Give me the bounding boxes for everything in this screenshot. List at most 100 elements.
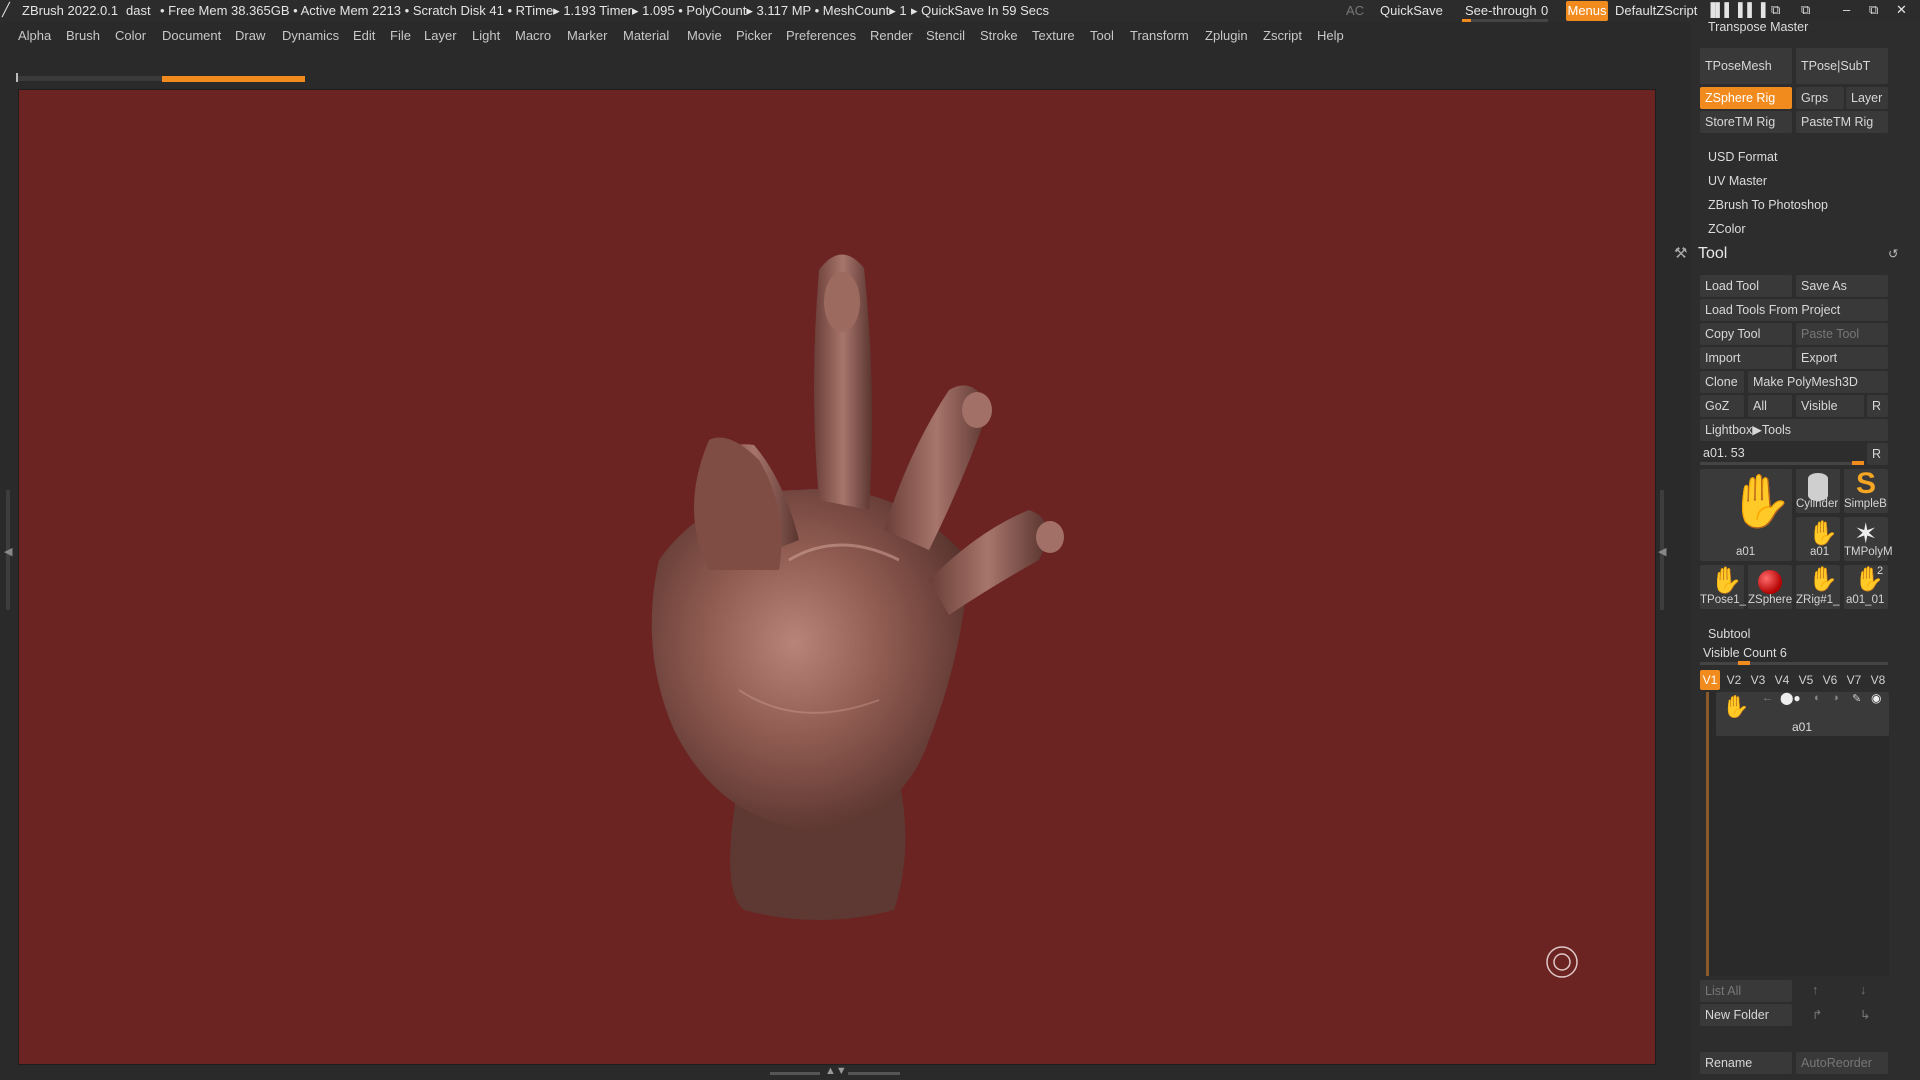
zbrush-to-photoshop-plugin[interactable]: ZBrush To Photoshop [1708, 198, 1828, 212]
copy-tool-button[interactable]: Copy Tool [1700, 323, 1792, 345]
menu-stencil[interactable]: Stencil [926, 28, 965, 43]
menu-document[interactable]: Document [162, 28, 221, 43]
menu-preferences[interactable]: Preferences [786, 28, 856, 43]
subtool-dynamic-icon[interactable]: ◐ [1814, 692, 1821, 704]
tool-palette-icon[interactable]: ⚒ [1674, 244, 1687, 262]
load-tools-from-project-button[interactable]: Load Tools From Project [1700, 299, 1888, 321]
visibility-set-v2[interactable]: V2 [1724, 670, 1744, 690]
visible-count-thumb[interactable] [1738, 661, 1750, 665]
menu-texture[interactable]: Texture [1032, 28, 1075, 43]
tool-palette-title[interactable]: Tool [1698, 245, 1727, 263]
menu-light[interactable]: Light [472, 28, 500, 43]
tool-slider-r-button[interactable]: R [1867, 443, 1888, 465]
menu-render[interactable]: Render [870, 28, 913, 43]
layout-left-icon[interactable]: ▐▌▌ [1706, 2, 1734, 17]
menu-tool[interactable]: Tool [1090, 28, 1114, 43]
menu-alpha[interactable]: Alpha [18, 28, 51, 43]
visibility-set-v7[interactable]: V7 [1844, 670, 1864, 690]
menu-picker[interactable]: Picker [736, 28, 772, 43]
pastetm-rig-button[interactable]: PasteTM Rig [1796, 111, 1888, 133]
subtool-arrow-icon[interactable]: ← [1762, 692, 1773, 704]
subtool-list[interactable]: ✋ ← ⬤● ◐ ◑ ✎ ◉ a01 [1706, 691, 1889, 976]
visibility-set-v4[interactable]: V4 [1772, 670, 1792, 690]
subtool-brush-icon[interactable]: ✎ [1852, 692, 1861, 705]
import-button[interactable]: Import [1700, 347, 1792, 369]
menu-material[interactable]: Material [623, 28, 669, 43]
menu-movie[interactable]: Movie [687, 28, 722, 43]
visibility-set-v3[interactable]: V3 [1748, 670, 1768, 690]
clone-button[interactable]: Clone [1700, 371, 1744, 393]
layer-toggle[interactable]: Layer [1846, 87, 1888, 109]
transpose-master-title[interactable]: Transpose Master [1708, 20, 1808, 34]
hand-model-viewport[interactable] [19, 90, 1655, 1064]
left-tray-arrow-icon[interactable]: ◀ [4, 545, 12, 558]
uv-master-plugin[interactable]: UV Master [1708, 174, 1767, 188]
menu-file[interactable]: File [390, 28, 411, 43]
make-polymesh3d-button[interactable]: Make PolyMesh3D [1748, 371, 1888, 393]
navigation-gizmo-icon[interactable] [1546, 946, 1578, 978]
close-icon[interactable]: ✕ [1896, 2, 1907, 18]
subtool-visibility-eye-icon[interactable]: ◉ [1871, 691, 1881, 705]
autoreorder-button[interactable]: AutoReorder [1796, 1052, 1888, 1074]
subtool-toggle-icon[interactable]: ⬤● [1780, 691, 1801, 705]
load-tool-button[interactable]: Load Tool [1700, 275, 1792, 297]
hand-mesh[interactable] [651, 254, 1064, 920]
move-up-icon[interactable]: ↑ [1812, 983, 1818, 997]
right-tray-arrow-icon[interactable]: ◀ [1658, 545, 1666, 558]
menu-transform[interactable]: Transform [1130, 28, 1189, 43]
bottom-tray-handle[interactable]: ▲▼ [770, 1065, 900, 1078]
subtool-subpalette-title[interactable]: Subtool [1708, 627, 1750, 641]
menu-help[interactable]: Help [1317, 28, 1344, 43]
move-down-icon[interactable]: ↓ [1860, 983, 1866, 997]
folder-move-icon[interactable]: ↱ [1812, 1007, 1822, 1022]
visible-count-slider[interactable]: Visible Count 6 [1700, 644, 1888, 666]
folder-return-icon[interactable]: ↳ [1860, 1007, 1870, 1022]
goz-visible-button[interactable]: Visible [1796, 395, 1864, 417]
menu-macro[interactable]: Macro [515, 28, 551, 43]
visibility-set-v5[interactable]: V5 [1796, 670, 1816, 690]
export-button[interactable]: Export [1796, 347, 1888, 369]
subtool-list-scrollbar[interactable] [1706, 692, 1709, 976]
zsphere-rig-toggle[interactable]: ZSphere Rig [1700, 87, 1792, 109]
save-as-button[interactable]: Save As [1796, 275, 1888, 297]
storetm-rig-button[interactable]: StoreTM Rig [1700, 111, 1792, 133]
see-through-slider[interactable]: See-through 0 [1460, 1, 1550, 22]
visibility-set-v8[interactable]: V8 [1868, 670, 1888, 690]
restore-icon[interactable]: ⧉ [1869, 2, 1878, 18]
quicksave-button[interactable]: QuickSave [1380, 3, 1443, 18]
minimize-icon[interactable]: – [1843, 2, 1850, 17]
window-cascade-icon[interactable]: ⧉ [1771, 2, 1780, 18]
palette-reset-icon[interactable]: ↺ [1888, 246, 1898, 261]
menu-color[interactable]: Color [115, 28, 146, 43]
tray-toggle-icon[interactable]: ▲▼ [825, 1065, 847, 1077]
subtool-polypaint-icon[interactable]: ◑ [1832, 692, 1839, 704]
goz-all-button[interactable]: All [1748, 395, 1792, 417]
menu-draw[interactable]: Draw [235, 28, 265, 43]
menus-toggle-button[interactable]: Menus [1566, 1, 1608, 21]
subtool-item-a01[interactable]: ✋ ← ⬤● ◐ ◑ ✎ ◉ a01 [1716, 691, 1889, 736]
tpose-subt-button[interactable]: TPose|SubT [1796, 48, 1888, 84]
menu-dynamics[interactable]: Dynamics [282, 28, 339, 43]
tool-index-thumb[interactable] [1852, 461, 1864, 465]
menu-marker[interactable]: Marker [567, 28, 607, 43]
zcolor-plugin[interactable]: ZColor [1708, 222, 1746, 236]
visibility-set-v1[interactable]: V1 [1700, 670, 1720, 690]
new-folder-button[interactable]: New Folder [1700, 1004, 1792, 1026]
grps-toggle[interactable]: Grps [1796, 87, 1844, 109]
paste-tool-button[interactable]: Paste Tool [1796, 323, 1888, 345]
menu-brush[interactable]: Brush [66, 28, 100, 43]
list-all-button[interactable]: List All [1700, 980, 1792, 1002]
lightbox-tools-button[interactable]: Lightbox▶Tools [1700, 419, 1888, 441]
menu-stroke[interactable]: Stroke [980, 28, 1018, 43]
visibility-set-v6[interactable]: V6 [1820, 670, 1840, 690]
goz-button[interactable]: GoZ [1700, 395, 1744, 417]
tool-index-slider[interactable]: a01. 53 [1700, 443, 1864, 465]
window-tile-icon[interactable]: ⧉ [1801, 2, 1810, 18]
goz-r-button[interactable]: R [1867, 395, 1888, 417]
ac-indicator[interactable]: AC [1346, 3, 1364, 18]
menu-zplugin[interactable]: Zplugin [1205, 28, 1248, 43]
layout-right-icon[interactable]: ▌▌▐ [1738, 2, 1766, 17]
usd-format-plugin[interactable]: USD Format [1708, 150, 1777, 164]
menu-layer[interactable]: Layer [424, 28, 457, 43]
menu-zscript[interactable]: Zscript [1263, 28, 1302, 43]
